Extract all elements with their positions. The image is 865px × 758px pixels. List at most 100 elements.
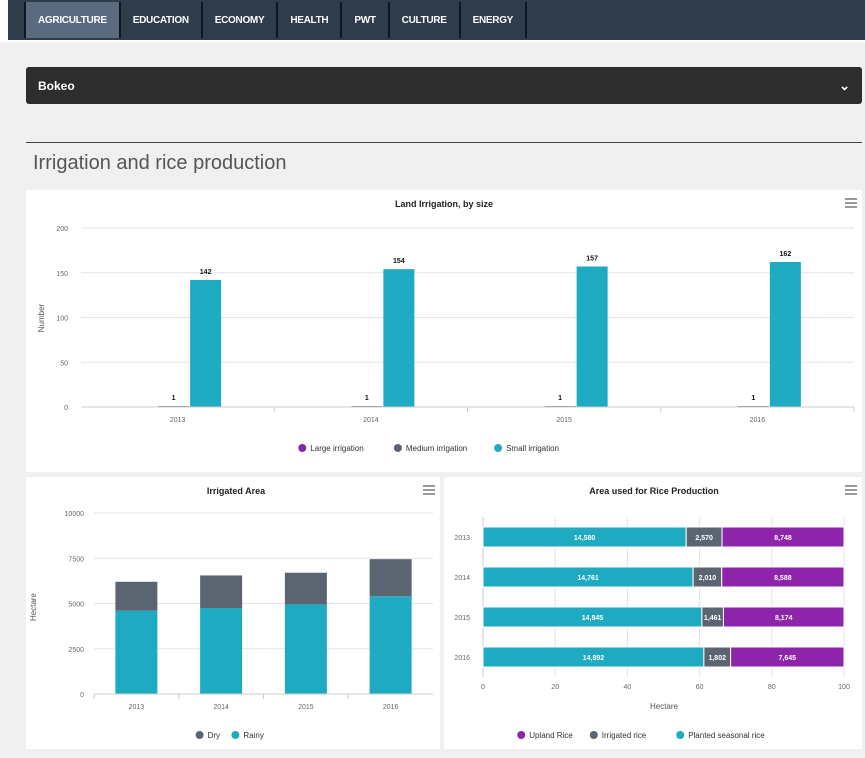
chart-menu-icon[interactable]: [845, 485, 857, 495]
bar-dry[interactable]: [115, 581, 158, 611]
legend-item[interactable]: Planted seasonal rice: [688, 731, 765, 740]
data-label: 162: [780, 251, 792, 258]
y-tick-label: 100: [56, 316, 68, 323]
x-tick-label: 2016: [750, 417, 766, 424]
y-tick-label: 5000: [68, 602, 84, 609]
x-tick-label: 2015: [298, 704, 314, 711]
x-tick-label: 2013: [129, 704, 145, 711]
data-label: 14,892: [583, 655, 605, 662]
bar-dry[interactable]: [284, 572, 327, 605]
bar-dry[interactable]: [200, 575, 243, 609]
data-label: 14,845: [582, 615, 604, 622]
chart-menu-icon[interactable]: [423, 485, 435, 495]
legend-marker: [517, 731, 526, 739]
data-label: 1: [172, 395, 176, 402]
y-tick-label: 0: [64, 405, 68, 412]
y-tick-label: 2013: [454, 535, 470, 542]
chart-title: Area used for Rice Production: [589, 486, 719, 496]
tab-agriculture[interactable]: AGRICULTURE: [24, 2, 121, 38]
x-tick-label: 80: [768, 684, 776, 691]
data-label: 8,174: [775, 615, 793, 622]
tab-economy[interactable]: ECONOMY: [203, 2, 279, 38]
legend-marker: [195, 731, 204, 739]
y-tick-label: 2014: [454, 575, 470, 582]
legend-marker: [393, 444, 402, 452]
data-label: 2,010: [699, 575, 717, 582]
x-tick-label: 2015: [556, 417, 572, 424]
legend-marker: [494, 444, 503, 452]
data-label: 154: [393, 258, 405, 265]
y-tick-label: 2500: [68, 647, 84, 654]
x-tick-label: 2014: [363, 417, 379, 424]
data-label: 1,461: [704, 615, 722, 622]
bar-rainy[interactable]: [115, 610, 158, 694]
data-label: 1: [365, 395, 369, 402]
y-tick-label: 50: [60, 360, 68, 367]
chart-menu-icon[interactable]: [845, 198, 857, 208]
x-tick-label: 2016: [383, 704, 399, 711]
nav-bar: AGRICULTURE EDUCATION ECONOMY HEALTH PWT…: [8, 0, 865, 40]
section-title: Irrigation and rice production: [33, 152, 287, 174]
tab-culture[interactable]: CULTURE: [390, 2, 461, 38]
x-tick-label: 0: [481, 684, 485, 691]
y-tick-label: 7500: [68, 556, 84, 563]
section-divider: [26, 142, 862, 143]
bar-rainy[interactable]: [200, 608, 243, 694]
y-tick-label: 0: [80, 692, 84, 699]
bar-small-irrigation[interactable]: [576, 266, 608, 407]
legend-item[interactable]: Rainy: [243, 731, 263, 740]
legend-item[interactable]: Dry: [208, 731, 220, 740]
y-tick-label: 2016: [454, 655, 470, 662]
bar-small-irrigation[interactable]: [769, 262, 801, 407]
rice-production-card: Area used for Rice Production 0 20 40 60 80 1…: [444, 477, 862, 749]
data-label: 142: [200, 269, 212, 276]
data-label: 1,802: [708, 655, 726, 662]
bar-small-irrigation[interactable]: [383, 269, 415, 407]
bar-dry[interactable]: [369, 559, 412, 597]
chevron-down-icon: ⌄: [839, 77, 850, 93]
legend-item[interactable]: Upland Rice: [529, 731, 573, 740]
irrigated-area-card: Irrigated Area Hectare 0 2500 5000 7500 1000…: [26, 477, 440, 749]
land-irrigation-chart: Land Irrigation, by size Number 0 50 100 15…: [37, 199, 855, 453]
y-tick-label: 150: [56, 271, 68, 278]
chart-title: Land Irrigation, by size: [395, 199, 493, 209]
y-axis-label: Number: [37, 303, 46, 332]
x-tick-label: 2014: [213, 704, 229, 711]
bar-small-irrigation[interactable]: [190, 279, 222, 407]
bar-rainy[interactable]: [284, 604, 327, 694]
x-axis-label: Hectare: [650, 702, 679, 711]
data-label: 1: [558, 395, 562, 402]
top-nav: AGRICULTURE EDUCATION ECONOMY HEALTH PWT…: [0, 0, 865, 42]
data-label: 14,580: [574, 535, 596, 542]
province-select-value: Bokeo: [38, 78, 75, 93]
tab-health[interactable]: HEALTH: [278, 2, 343, 38]
bar-rainy[interactable]: [369, 596, 412, 694]
legend-item[interactable]: Medium irrigation: [406, 444, 467, 453]
data-label: 14,761: [577, 575, 599, 582]
legend-item[interactable]: Large irrigation: [310, 444, 363, 453]
legend-item[interactable]: Small irrigation: [506, 444, 559, 453]
data-label: 8,588: [774, 575, 792, 582]
legend-marker: [589, 731, 598, 739]
y-axis-label: Hectare: [29, 592, 38, 621]
tab-pwt[interactable]: PWT: [342, 2, 390, 38]
data-label: 157: [586, 255, 598, 262]
x-tick-label: 100: [838, 684, 850, 691]
data-label: 2,570: [695, 535, 713, 542]
data-label: 1: [751, 395, 755, 402]
legend-marker: [676, 731, 685, 739]
irrigated-area-chart: Irrigated Area Hectare 0 2500 5000 7500 1000…: [29, 486, 433, 740]
y-tick-label: 200: [56, 226, 68, 233]
x-tick-label: 60: [696, 684, 704, 691]
y-tick-label: 2015: [454, 615, 470, 622]
x-tick-label: 2013: [170, 417, 186, 424]
tab-education[interactable]: EDUCATION: [121, 2, 203, 38]
province-select[interactable]: Bokeo ⌄: [26, 67, 862, 104]
legend-marker: [298, 444, 307, 452]
legend-item[interactable]: Irrigated rice: [602, 731, 647, 740]
tab-energy[interactable]: ENERGY: [461, 2, 528, 38]
data-label: 7,645: [779, 655, 797, 662]
land-irrigation-card: Land Irrigation, by size Number 0 50 100 15…: [26, 190, 862, 472]
chart-title: Irrigated Area: [207, 486, 266, 496]
rice-production-chart: Area used for Rice Production 0 20 40 60 80 1…: [454, 486, 850, 740]
